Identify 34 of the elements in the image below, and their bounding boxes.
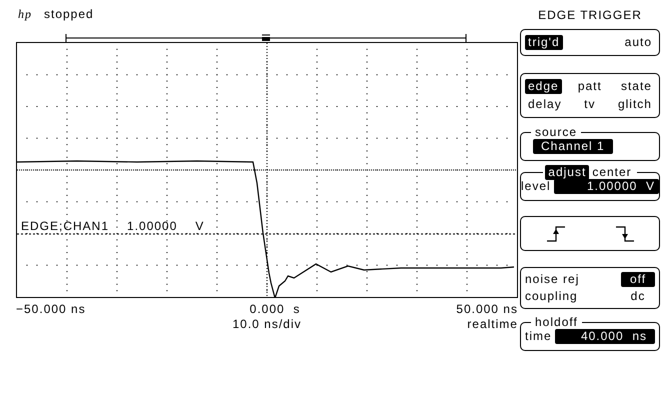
- time-scale-label: 10.0 ns/div: [231, 317, 303, 332]
- menu-option[interactable]: trig'd: [525, 35, 563, 50]
- menu-option[interactable]: edge: [525, 79, 562, 94]
- panel-legend: holdoff: [535, 315, 578, 329]
- logo: hp: [18, 7, 32, 22]
- trigger-unit-text: V: [195, 219, 204, 234]
- menu-option[interactable]: state: [618, 79, 655, 94]
- mode-option[interactable]: center: [589, 165, 635, 180]
- time-right-label: 50.000 ns: [455, 302, 518, 317]
- menu-option[interactable]: delay: [525, 97, 565, 112]
- falling-edge-icon[interactable]: [614, 226, 634, 242]
- menu-option[interactable]: auto: [622, 35, 655, 50]
- setting-value[interactable]: off: [621, 272, 655, 287]
- value-field[interactable]: Channel 1: [533, 139, 613, 154]
- field-label: time: [525, 329, 552, 344]
- menu-option[interactable]: glitch: [614, 97, 655, 112]
- rising-edge-icon[interactable]: [546, 226, 566, 242]
- panel-legend: source: [535, 125, 578, 139]
- status-text: stopped: [44, 7, 94, 22]
- value-field[interactable]: 1.00000 V: [554, 179, 659, 194]
- menu-option[interactable]: patt: [574, 79, 605, 94]
- trigger-source-text: EDGE;CHAN1: [21, 219, 110, 234]
- menu-title: EDGE TRIGGER: [537, 8, 643, 23]
- trigger-level-text: 1.00000: [127, 219, 178, 234]
- acquisition-mode-label: realtime: [466, 317, 518, 332]
- setting-label: noise rej: [525, 272, 580, 287]
- time-center-label: 0.000 s: [248, 302, 302, 317]
- setting-value[interactable]: dc: [621, 289, 655, 304]
- menu-option[interactable]: tv: [581, 97, 598, 112]
- setting-label: coupling: [525, 289, 578, 304]
- field-label: level: [521, 179, 551, 194]
- time-left-label: −50.000 ns: [16, 302, 87, 317]
- mode-option[interactable]: adjust: [545, 165, 590, 180]
- value-field[interactable]: 40.000 ns: [554, 329, 655, 344]
